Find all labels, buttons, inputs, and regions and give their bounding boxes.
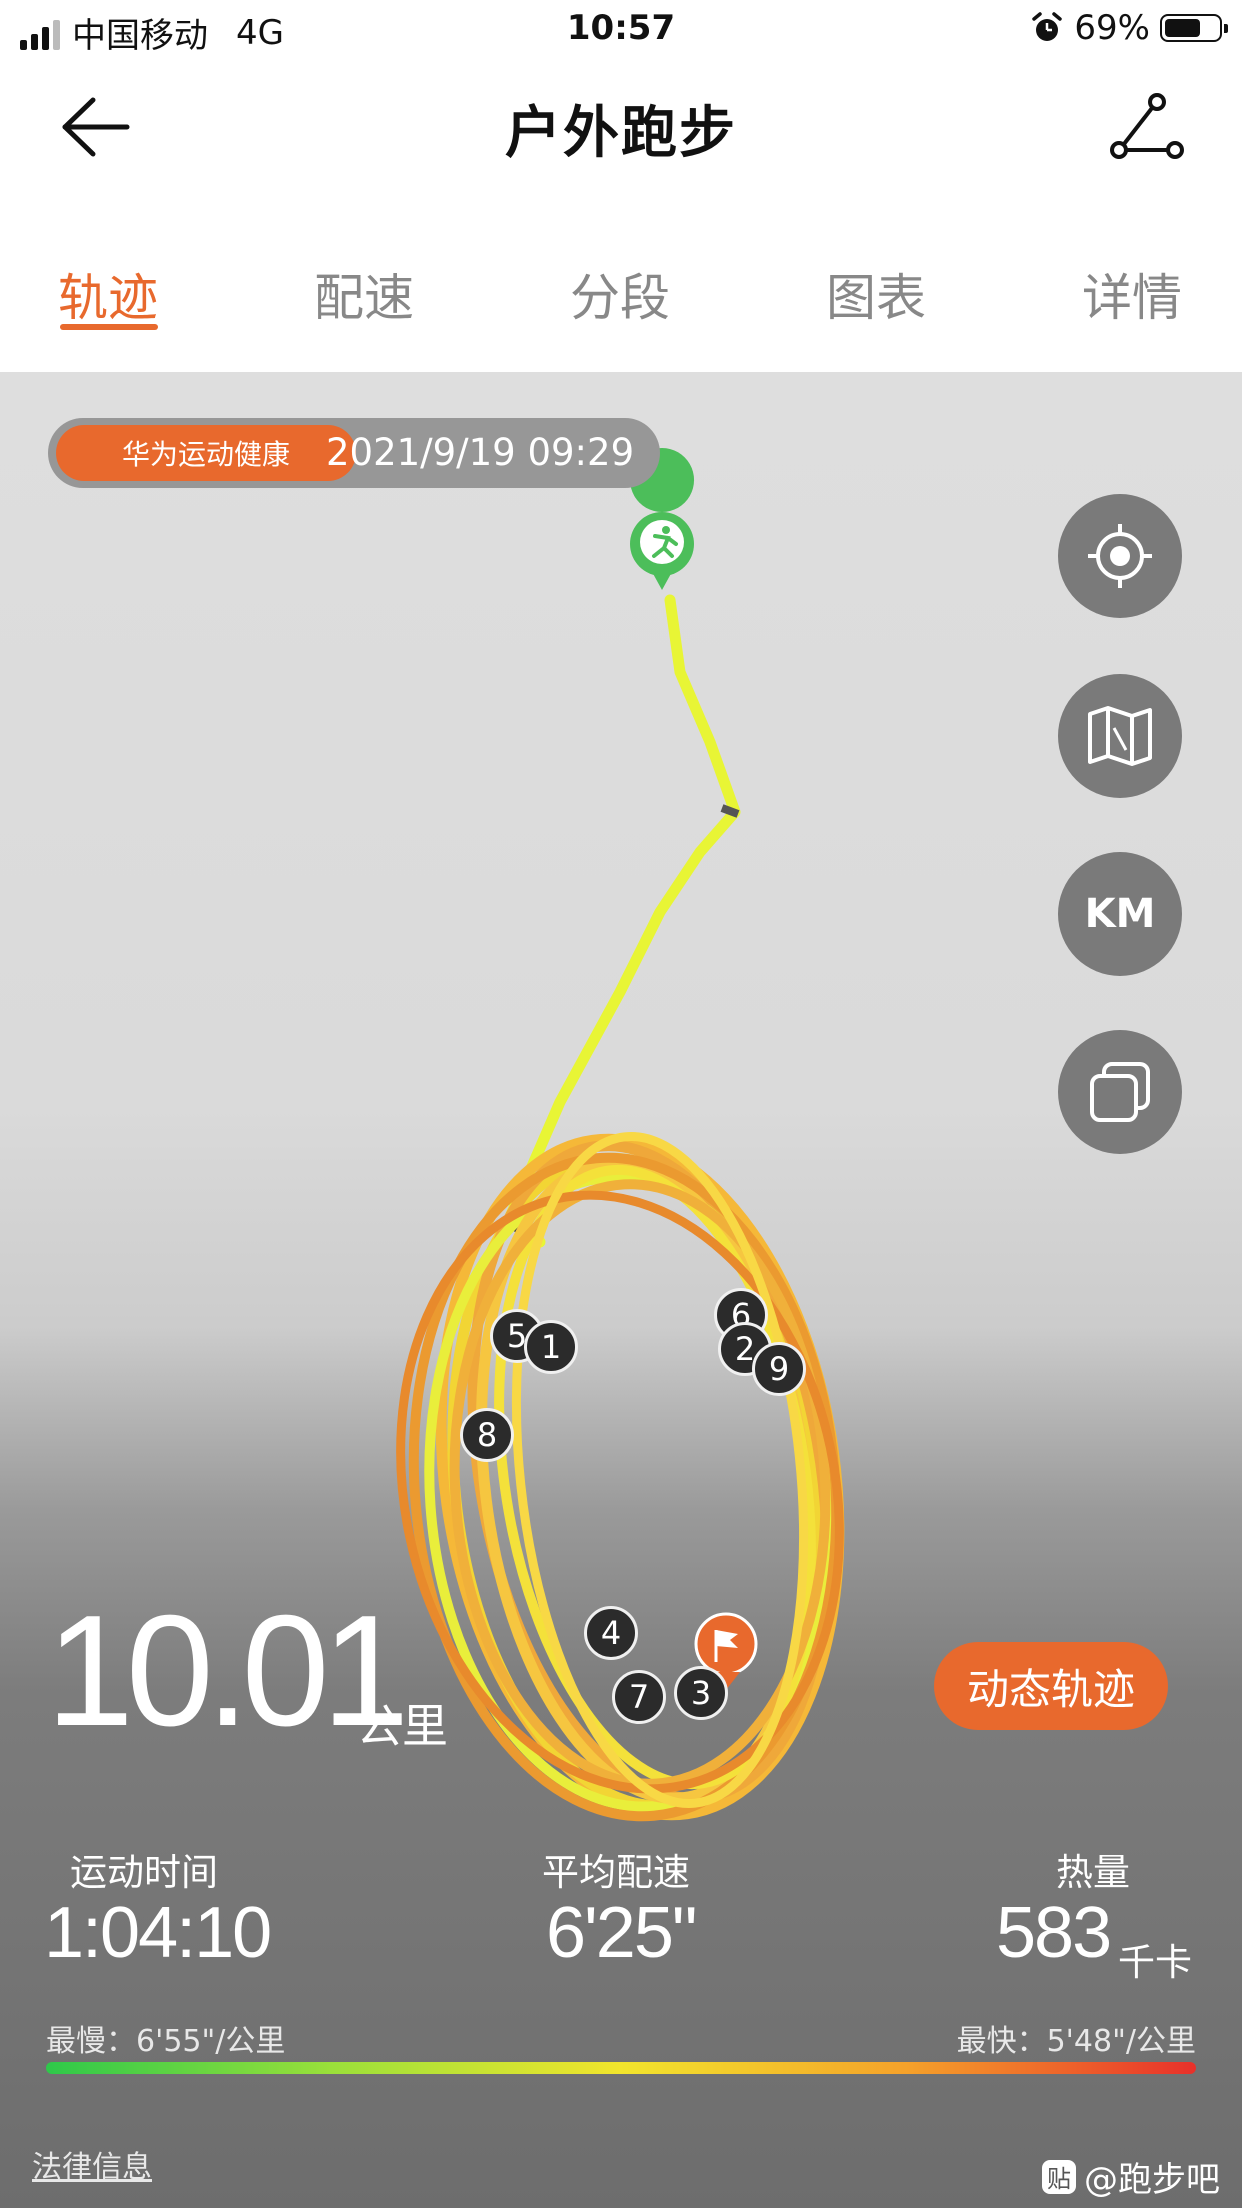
source-tag: 华为运动健康: [56, 425, 356, 481]
nav-bar: 户外跑步: [0, 64, 1242, 189]
battery-percent: 69%: [1074, 8, 1150, 48]
km-marker-9[interactable]: 9: [752, 1342, 806, 1396]
avg-pace-label: 平均配速: [542, 1851, 690, 1894]
distance-value: 10.01: [46, 1583, 409, 1759]
tab-segments[interactable]: 分段: [540, 258, 700, 330]
battery-icon: [1160, 14, 1228, 42]
avg-pace-value: 6'25": [546, 1893, 697, 1973]
route-share-icon[interactable]: [1107, 92, 1187, 162]
watermark-text: @跑步吧: [1084, 2160, 1220, 2200]
km-marker-4[interactable]: 4: [584, 1606, 638, 1660]
tab-details[interactable]: 详情: [1052, 258, 1212, 330]
map-view[interactable]: 5 1 6 2 9 8 4 7 3 华为运动健康 2021/9/19 09:29…: [0, 372, 1242, 2208]
alarm-icon: [1032, 12, 1063, 41]
km-toggle-button[interactable]: KM: [1058, 852, 1182, 976]
tab-charts[interactable]: 图表: [796, 258, 956, 330]
source-pill: 华为运动健康 2021/9/19 09:29: [48, 418, 660, 488]
km-marker-8[interactable]: 8: [460, 1408, 514, 1462]
km-label: KM: [1084, 891, 1156, 937]
map-layer-button[interactable]: [1058, 674, 1182, 798]
stacked-squares-icon: [1090, 1062, 1150, 1122]
page-title: 户外跑步: [505, 101, 737, 166]
tab-pace[interactable]: 配速: [284, 258, 444, 330]
fastest-pace: 最快：5'48"/公里: [956, 2024, 1196, 2059]
calories-unit: 千卡: [1118, 1941, 1192, 1984]
watermark: 贴 @跑步吧: [1042, 2152, 1220, 2201]
dynamic-track-button[interactable]: 动态轨迹: [934, 1642, 1168, 1730]
distance-unit: 公里: [356, 1699, 448, 1753]
tab-active-indicator: [60, 324, 158, 330]
status-right: 69%: [1030, 8, 1228, 48]
calories-value: 583: [996, 1893, 1112, 1973]
tab-track[interactable]: 轨迹: [28, 258, 188, 330]
status-bar: 中国移动 4G 10:57 69%: [0, 0, 1242, 64]
start-time: 2021/9/19 09:29: [326, 431, 635, 474]
km-marker-1[interactable]: 1: [524, 1320, 578, 1374]
tieba-icon: 贴: [1042, 2159, 1076, 2194]
locate-button[interactable]: [1058, 494, 1182, 618]
crosshair-icon: [1088, 524, 1152, 588]
duration-label: 运动时间: [70, 1851, 218, 1894]
folded-map-icon: [1088, 706, 1152, 766]
duration-value: 1:04:10: [44, 1893, 272, 1973]
pace-gradient-bar: [46, 2062, 1196, 2074]
slowest-pace: 最慢：6'55"/公里: [46, 2024, 286, 2059]
calories-label: 热量: [1056, 1851, 1130, 1894]
tab-bar: 轨迹 配速 分段 图表 详情: [0, 240, 1242, 340]
copy-button[interactable]: [1058, 1030, 1182, 1154]
km-marker-7[interactable]: 7: [612, 1670, 666, 1724]
km-marker-3[interactable]: 3: [674, 1666, 728, 1720]
legal-info-link[interactable]: 法律信息: [32, 2142, 152, 2186]
